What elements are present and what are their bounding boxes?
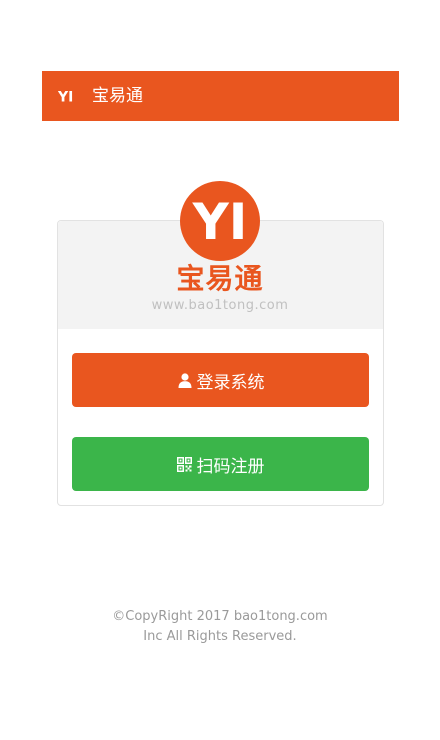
- register-button-label: 扫码注册: [196, 456, 265, 477]
- brand-url: www.bao1tong.com: [151, 298, 289, 313]
- top-app-bar: YI 宝易通: [42, 71, 399, 121]
- rights-line: Inc All Rights Reserved.: [143, 629, 297, 644]
- login-button[interactable]: 登录系统: [72, 353, 369, 407]
- brand-logo: YI: [180, 181, 260, 261]
- app-title: 宝易通: [92, 86, 143, 106]
- svg-text:YI: YI: [58, 90, 73, 104]
- app-logo-icon: YI: [56, 84, 80, 108]
- user-icon: [177, 372, 193, 388]
- qrcode-icon: [177, 456, 193, 472]
- register-button[interactable]: 扫码注册: [72, 437, 369, 491]
- copyright-line: ©CopyRight 2017 bao1tong.com: [112, 609, 328, 624]
- login-button-label: 登录系统: [196, 372, 265, 393]
- brand-name: 宝易通: [176, 262, 264, 295]
- svg-text:YI: YI: [192, 199, 248, 243]
- footer: ©CopyRight 2017 bao1tong.com Inc All Rig…: [0, 607, 440, 647]
